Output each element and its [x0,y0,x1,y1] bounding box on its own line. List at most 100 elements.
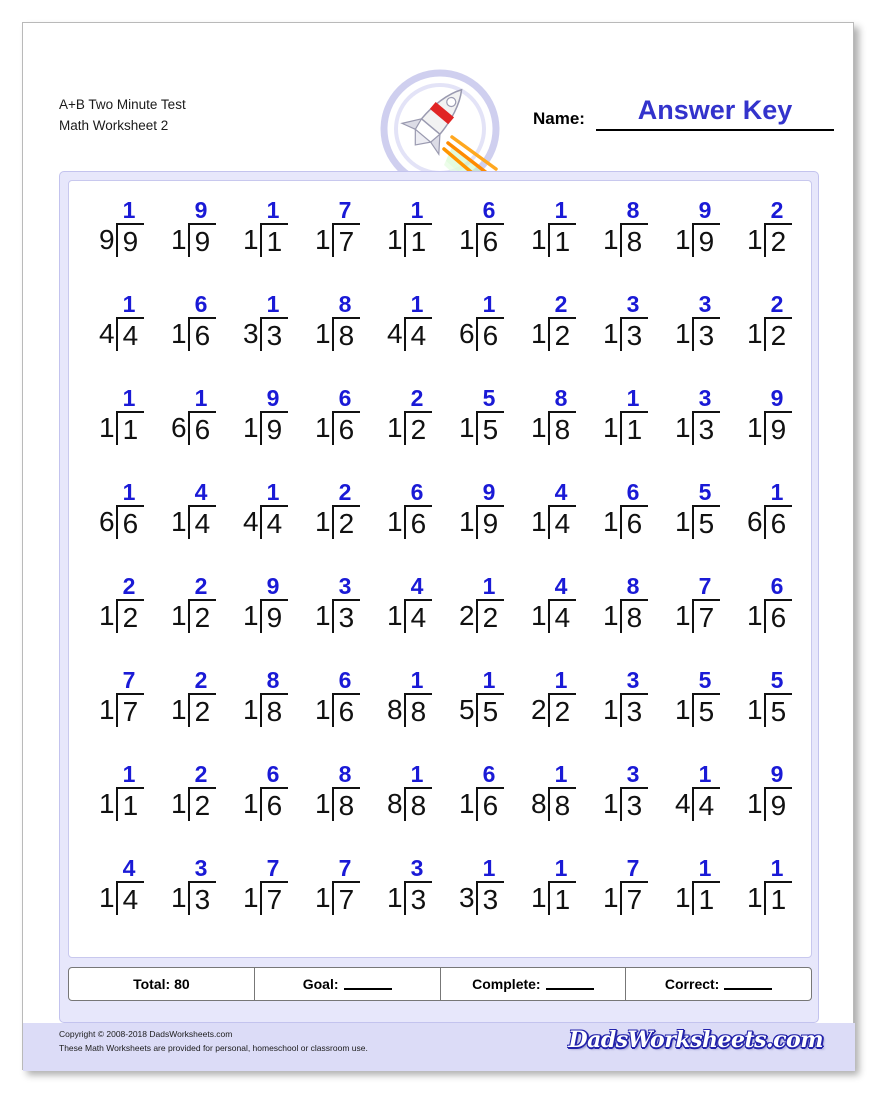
goal-blank[interactable] [343,979,392,990]
division-problem[interactable]: 122 [449,575,521,653]
divisor: 8 [387,788,403,819]
division-problem[interactable]: 616 [305,387,377,465]
division-problem[interactable]: 212 [161,763,233,841]
division-problem[interactable]: 717 [593,857,665,935]
division-problem[interactable]: 313 [161,857,233,935]
division-problem[interactable]: 144 [89,293,161,371]
division-problem[interactable]: 515 [665,669,737,747]
division-problem[interactable]: 212 [305,481,377,559]
complete-cell[interactable]: Complete: [441,968,627,1000]
dividend: 2 [554,696,571,727]
division-problem[interactable]: 313 [665,293,737,371]
division-problem[interactable]: 414 [89,857,161,935]
name-input-line[interactable] [596,129,834,131]
division-problem[interactable]: 818 [305,763,377,841]
division-problem[interactable]: 616 [449,199,521,277]
division-problem[interactable]: 212 [89,575,161,653]
quotient-answer: 2 [122,573,136,599]
division-problem[interactable]: 515 [737,669,809,747]
division-problem[interactable]: 144 [233,481,305,559]
division-problem[interactable]: 818 [593,199,665,277]
division-problem[interactable]: 919 [665,199,737,277]
division-problem[interactable]: 919 [449,481,521,559]
goal-cell[interactable]: Goal: [255,968,441,1000]
long-division-glyph: 22 [459,599,505,633]
correct-blank[interactable] [724,979,773,990]
division-problem[interactable]: 111 [593,387,665,465]
divisor: 2 [459,600,475,631]
division-problem[interactable]: 616 [233,763,305,841]
division-problem[interactable]: 144 [665,763,737,841]
division-problem[interactable]: 818 [521,387,593,465]
division-problem[interactable]: 616 [305,669,377,747]
division-problem[interactable]: 616 [377,481,449,559]
division-problem[interactable]: 212 [377,387,449,465]
division-problem[interactable]: 166 [737,481,809,559]
division-problem[interactable]: 919 [161,199,233,277]
division-problem[interactable]: 717 [305,199,377,277]
division-problem[interactable]: 717 [89,669,161,747]
division-problem[interactable]: 188 [521,763,593,841]
division-problem[interactable]: 919 [737,387,809,465]
correct-cell[interactable]: Correct: [626,968,811,1000]
division-problem[interactable]: 199 [89,199,161,277]
dividend: 4 [554,602,571,633]
division-problem[interactable]: 616 [449,763,521,841]
division-problem[interactable]: 919 [737,763,809,841]
division-problem[interactable]: 818 [305,293,377,371]
division-problem[interactable]: 111 [665,857,737,935]
division-problem[interactable]: 144 [377,293,449,371]
division-problem[interactable]: 166 [89,481,161,559]
division-problem[interactable]: 111 [377,199,449,277]
division-problem[interactable]: 111 [737,857,809,935]
division-problem[interactable]: 313 [665,387,737,465]
division-problem[interactable]: 155 [449,669,521,747]
division-problem[interactable]: 717 [305,857,377,935]
division-problem[interactable]: 616 [593,481,665,559]
division-problem[interactable]: 414 [521,575,593,653]
division-problem[interactable]: 212 [737,199,809,277]
division-problem[interactable]: 414 [161,481,233,559]
division-problem[interactable]: 212 [737,293,809,371]
division-bracket: 2 [115,599,145,633]
division-problem[interactable]: 313 [377,857,449,935]
division-problem[interactable]: 166 [161,387,233,465]
division-problem[interactable]: 111 [89,763,161,841]
division-bracket: 2 [403,411,433,445]
division-problem[interactable]: 616 [737,575,809,653]
division-problem[interactable]: 313 [305,575,377,653]
long-division-glyph: 19 [243,599,289,633]
division-problem[interactable]: 313 [593,293,665,371]
complete-blank[interactable] [545,979,594,990]
division-problem[interactable]: 717 [233,857,305,935]
division-problem[interactable]: 166 [449,293,521,371]
division-problem[interactable]: 313 [593,669,665,747]
division-problem[interactable]: 818 [593,575,665,653]
division-problem[interactable]: 212 [161,669,233,747]
division-problem[interactable]: 111 [521,857,593,935]
division-problem[interactable]: 212 [521,293,593,371]
division-problem[interactable]: 414 [377,575,449,653]
division-problem[interactable]: 133 [449,857,521,935]
division-problem[interactable]: 313 [593,763,665,841]
division-problem[interactable]: 188 [377,669,449,747]
division-problem[interactable]: 818 [233,669,305,747]
division-problem[interactable]: 122 [521,669,593,747]
division-problem[interactable]: 111 [233,199,305,277]
division-problem[interactable]: 111 [521,199,593,277]
division-bracket: 3 [187,881,217,915]
division-problem[interactable]: 111 [89,387,161,465]
division-problem[interactable]: 133 [233,293,305,371]
long-division-glyph: 11 [99,411,145,445]
quotient-answer: 6 [194,291,208,317]
division-problem[interactable]: 188 [377,763,449,841]
division-problem[interactable]: 919 [233,575,305,653]
division-problem[interactable]: 212 [161,575,233,653]
division-problem[interactable]: 414 [521,481,593,559]
division-problem[interactable]: 616 [161,293,233,371]
division-problem[interactable]: 515 [665,481,737,559]
division-problem[interactable]: 919 [233,387,305,465]
quotient-answer: 7 [698,573,712,599]
division-problem[interactable]: 515 [449,387,521,465]
division-problem[interactable]: 717 [665,575,737,653]
